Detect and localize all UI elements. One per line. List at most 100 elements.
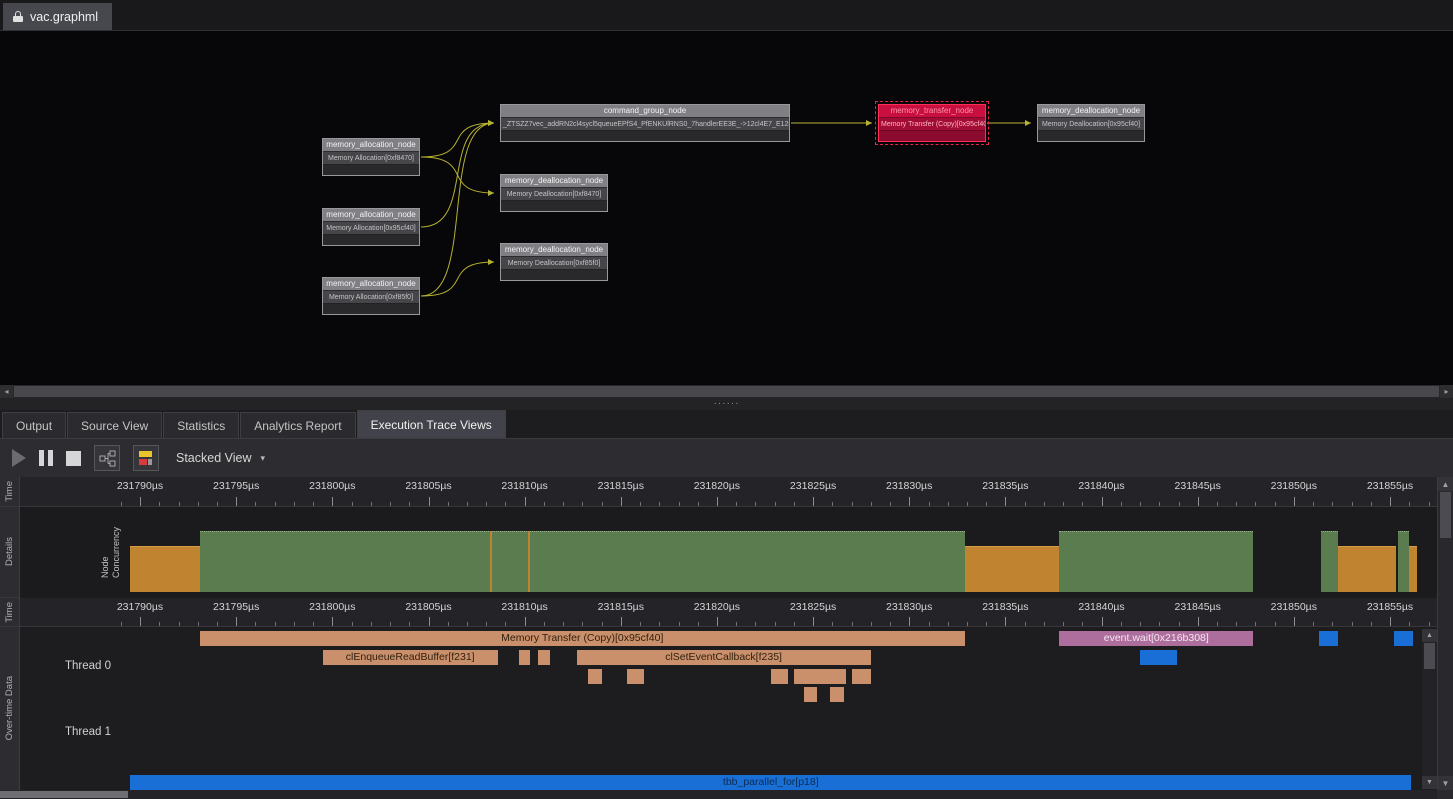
grouping-button[interactable] <box>94 445 120 471</box>
graph-horizontal-scrollbar[interactable]: ◂ ▸ <box>0 385 1453 398</box>
play-button[interactable] <box>12 449 26 467</box>
time-tick <box>198 502 199 506</box>
time-tick <box>948 502 949 506</box>
trace-bar[interactable] <box>1319 631 1338 646</box>
time-tick <box>1005 497 1006 506</box>
time-tick <box>563 502 564 506</box>
trace-bar[interactable]: event.wait[0x216b308] <box>1059 631 1253 646</box>
time-tick <box>236 497 237 506</box>
timeline-panel: Time Details Time Over-time Data 231790µ… <box>0 477 1453 790</box>
graph-node-ma3[interactable]: memory_allocation_nodeMemory Allocation[… <box>322 277 420 315</box>
bottom-horizontal-scrollbar[interactable] <box>0 790 1453 799</box>
time-tick <box>813 617 814 626</box>
graph-node-title: memory_allocation_node <box>323 139 419 151</box>
panel-tab-source-view[interactable]: Source View <box>67 412 162 438</box>
graph-hscroll-thumb[interactable] <box>14 386 1439 397</box>
trace-bar[interactable]: Memory Transfer (Copy)[0x95cf40] <box>200 631 965 646</box>
time-tick <box>1159 502 1160 506</box>
time-ruler-bottom[interactable]: 231790µs231795µs231800µs231805µs231810µs… <box>20 598 1437 627</box>
app-window: vac.graphml command_group_node_ZTSZZ7vec… <box>0 0 1453 799</box>
trace-bar[interactable]: clSetEventCallback[f235] <box>577 650 871 665</box>
panel-tab-output[interactable]: Output <box>2 412 66 438</box>
overtime-data-area[interactable]: Memory Transfer (Copy)[0x95cf40] event.wa… <box>20 627 1437 790</box>
trace-bar[interactable] <box>588 669 602 684</box>
trace-bar[interactable] <box>519 650 531 665</box>
time-tick-label: 231830µs <box>886 480 932 492</box>
stacked-chart-button[interactable] <box>133 445 159 471</box>
scroll-right-arrow-icon[interactable]: ▸ <box>1440 385 1453 398</box>
graph-node-cg[interactable]: command_group_node_ZTSZZ7vec_addRN2cl4sy… <box>500 104 790 142</box>
document-tab[interactable]: vac.graphml <box>3 3 112 30</box>
panel-tab-statistics[interactable]: Statistics <box>163 412 239 438</box>
trace-bar[interactable] <box>852 669 871 684</box>
time-tick <box>1063 502 1064 506</box>
overtime-vscroll-thumb[interactable] <box>1424 643 1435 669</box>
graph-node-md1[interactable]: memory_deallocation_nodeMemory Deallocat… <box>500 174 608 212</box>
time-tick <box>1082 502 1083 506</box>
graph-node-ma1[interactable]: memory_allocation_nodeMemory Allocation[… <box>322 138 420 176</box>
trace-bar[interactable] <box>627 669 644 684</box>
time-tick <box>929 502 930 506</box>
graph-node-ma2[interactable]: memory_allocation_nodeMemory Allocation[… <box>322 208 420 246</box>
time-ruler-top[interactable]: 231790µs231795µs231800µs231805µs231810µs… <box>20 477 1437 507</box>
time-tick <box>179 622 180 626</box>
side-label-details: Details <box>0 507 19 598</box>
graph-node-detail: Memory Allocation[0xf8470] <box>323 151 419 164</box>
time-tick <box>640 502 641 506</box>
view-mode-label: Stacked View <box>176 451 252 465</box>
timeline-side-strip: Time Details Time Over-time Data <box>0 477 20 790</box>
trace-bar[interactable] <box>1394 631 1413 646</box>
trace-bar[interactable] <box>771 669 788 684</box>
graph-node-title: memory_transfer_node <box>879 105 985 117</box>
scroll-down-arrow-icon[interactable]: ▼ <box>1422 776 1437 789</box>
tbb-parallel-bar[interactable]: tbb_parallel_for[p18] <box>130 775 1411 790</box>
trace-bar[interactable] <box>538 650 550 665</box>
time-tick <box>198 622 199 626</box>
concurrency-chart-area[interactable]: NodeConcurrency <box>20 507 1437 598</box>
stop-button[interactable] <box>66 451 81 466</box>
overtime-vertical-scrollbar[interactable]: ▲ ▼ <box>1422 629 1437 789</box>
graph-canvas[interactable]: command_group_node_ZTSZZ7vec_addRN2cl4sy… <box>0 30 1453 385</box>
scroll-left-arrow-icon[interactable]: ◂ <box>0 385 13 398</box>
graph-node-footer <box>323 164 419 175</box>
scroll-up-arrow-icon[interactable]: ▲ <box>1422 629 1437 642</box>
graph-node-footer <box>879 130 985 141</box>
graph-node-md2[interactable]: memory_deallocation_nodeMemory Deallocat… <box>500 243 608 281</box>
trace-bar[interactable] <box>1140 650 1177 665</box>
trace-bar[interactable] <box>794 669 846 684</box>
timeline-vertical-scrollbar[interactable]: ▲ ▼ <box>1437 477 1453 790</box>
graph-node-mdr[interactable]: memory_deallocation_nodeMemory Deallocat… <box>1037 104 1145 142</box>
trace-bar[interactable] <box>804 687 818 702</box>
time-tick <box>1236 502 1237 506</box>
graph-hscroll-track[interactable] <box>13 385 1440 398</box>
time-tick-label: 231800µs <box>309 601 355 613</box>
hierarchy-icon <box>99 450 116 467</box>
view-mode-dropdown[interactable]: Stacked View ▾ <box>176 451 265 465</box>
graph-node-mt[interactable]: memory_transfer_nodeMemory Transfer (Cop… <box>878 104 986 142</box>
time-tick <box>717 497 718 506</box>
trace-bar[interactable] <box>830 687 844 702</box>
bottom-hscroll-thumb[interactable] <box>0 791 128 798</box>
panel-splitter[interactable]: ······ <box>0 398 1453 410</box>
graph-node-detail: Memory Deallocation[0x95cf40] <box>1038 117 1144 130</box>
panel-tab-analytics-report[interactable]: Analytics Report <box>240 412 355 438</box>
time-tick-label: 231850µs <box>1271 480 1317 492</box>
time-tick-label: 231790µs <box>117 601 163 613</box>
time-tick <box>332 617 333 626</box>
time-tick <box>409 622 410 626</box>
scroll-up-arrow-icon[interactable]: ▲ <box>1438 477 1453 491</box>
graph-edges-svg <box>0 31 1453 385</box>
time-tick <box>448 622 449 626</box>
time-tick-label: 231800µs <box>309 480 355 492</box>
timeline-vscroll-thumb[interactable] <box>1440 492 1451 538</box>
trace-bar[interactable]: clEnqueueReadBuffer[f231] <box>323 650 498 665</box>
graph-edge <box>421 123 494 296</box>
graph-node-title: command_group_node <box>501 105 789 117</box>
pause-button[interactable] <box>39 450 53 466</box>
time-tick <box>255 622 256 626</box>
scroll-down-arrow-icon[interactable]: ▼ <box>1438 776 1453 790</box>
time-tick <box>467 502 468 506</box>
thread-0-label: Thread 0 <box>65 660 111 672</box>
chevron-down-icon: ▾ <box>261 453 266 464</box>
panel-tab-execution-trace-views[interactable]: Execution Trace Views <box>357 410 506 438</box>
